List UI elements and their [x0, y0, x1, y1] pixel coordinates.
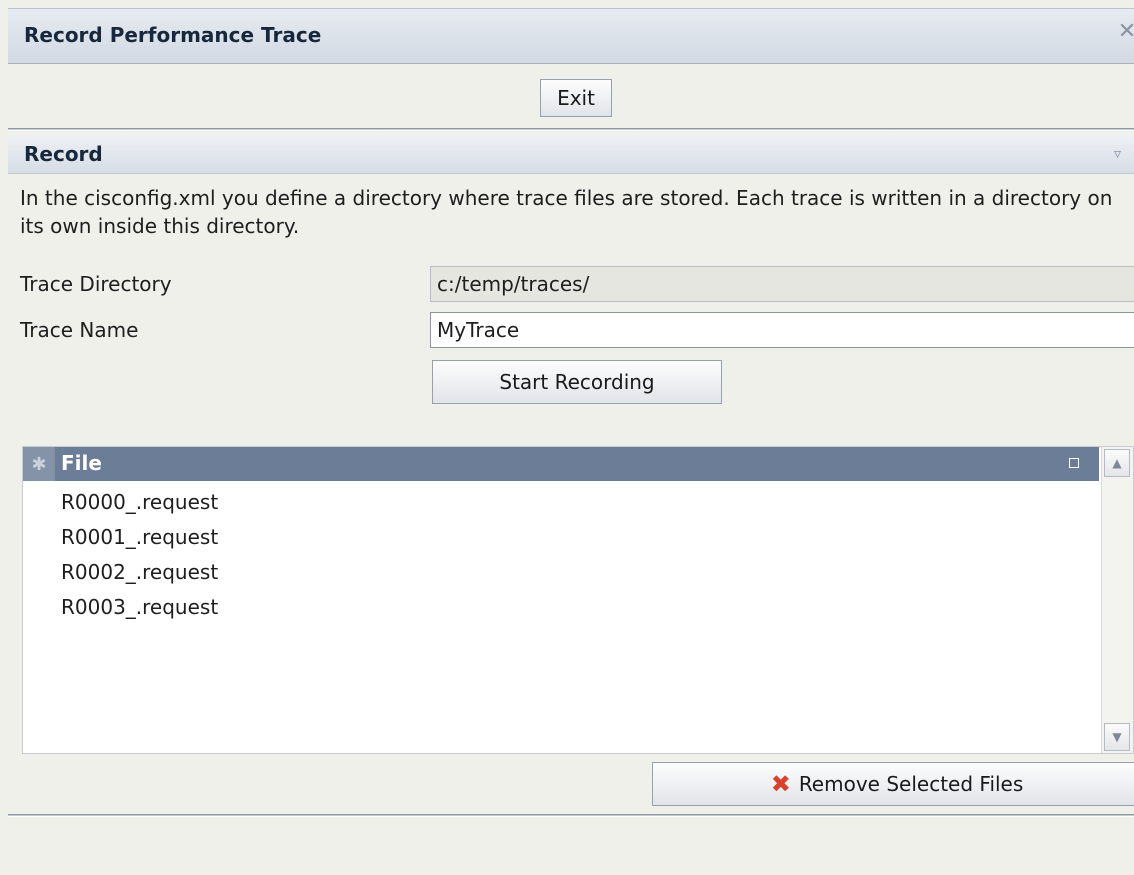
trace-name-label: Trace Name [20, 318, 139, 342]
table-row[interactable]: R0000_.request [23, 485, 1099, 520]
section-title: Record [24, 142, 103, 166]
chevron-down-icon[interactable]: ▿ [1114, 146, 1121, 162]
close-icon[interactable]: ✕ [1116, 21, 1134, 43]
divider [8, 128, 1134, 131]
grid-rows: R0000_.request R0001_.request R0002_.req… [23, 485, 1099, 625]
remove-button-label: Remove Selected Files [798, 772, 1024, 796]
remove-x-icon: ✖ [770, 770, 791, 798]
column-header-file[interactable]: File [61, 451, 102, 475]
record-description: In the cisconfig.xml you define a direct… [20, 186, 1113, 238]
trace-directory-label: Trace Directory [20, 272, 172, 296]
select-all-icon[interactable]: ✱ [23, 447, 55, 481]
toolbar: Exit [8, 64, 1134, 126]
column-menu-icon[interactable] [1069, 458, 1079, 468]
start-recording-button[interactable]: Start Recording [432, 360, 722, 404]
trace-name-input[interactable]: MyTrace [430, 312, 1134, 348]
grid-scrollbar[interactable]: ▲ ▼ [1101, 447, 1133, 753]
table-row[interactable]: R0002_.request [23, 555, 1099, 590]
window-title: Record Performance Trace [24, 23, 322, 47]
footer [8, 822, 1134, 875]
table-row[interactable]: R0001_.request [23, 520, 1099, 555]
grid-header: ✱ File [23, 447, 1099, 481]
remove-selected-files-button[interactable]: ✖ Remove Selected Files [652, 762, 1134, 806]
trace-directory-field: c:/temp/traces/ [430, 266, 1134, 302]
scroll-down-icon[interactable]: ▼ [1104, 723, 1130, 751]
table-row[interactable]: R0003_.request [23, 590, 1099, 625]
exit-button[interactable]: Exit [540, 79, 612, 117]
scroll-up-icon[interactable]: ▲ [1104, 449, 1130, 477]
divider [8, 814, 1134, 817]
record-section-header[interactable]: Record ▿ [8, 134, 1134, 174]
window-titlebar: Record Performance Trace ✕ [8, 8, 1134, 64]
file-grid: ✱ File R0000_.request R0001_.request R00… [22, 446, 1134, 754]
